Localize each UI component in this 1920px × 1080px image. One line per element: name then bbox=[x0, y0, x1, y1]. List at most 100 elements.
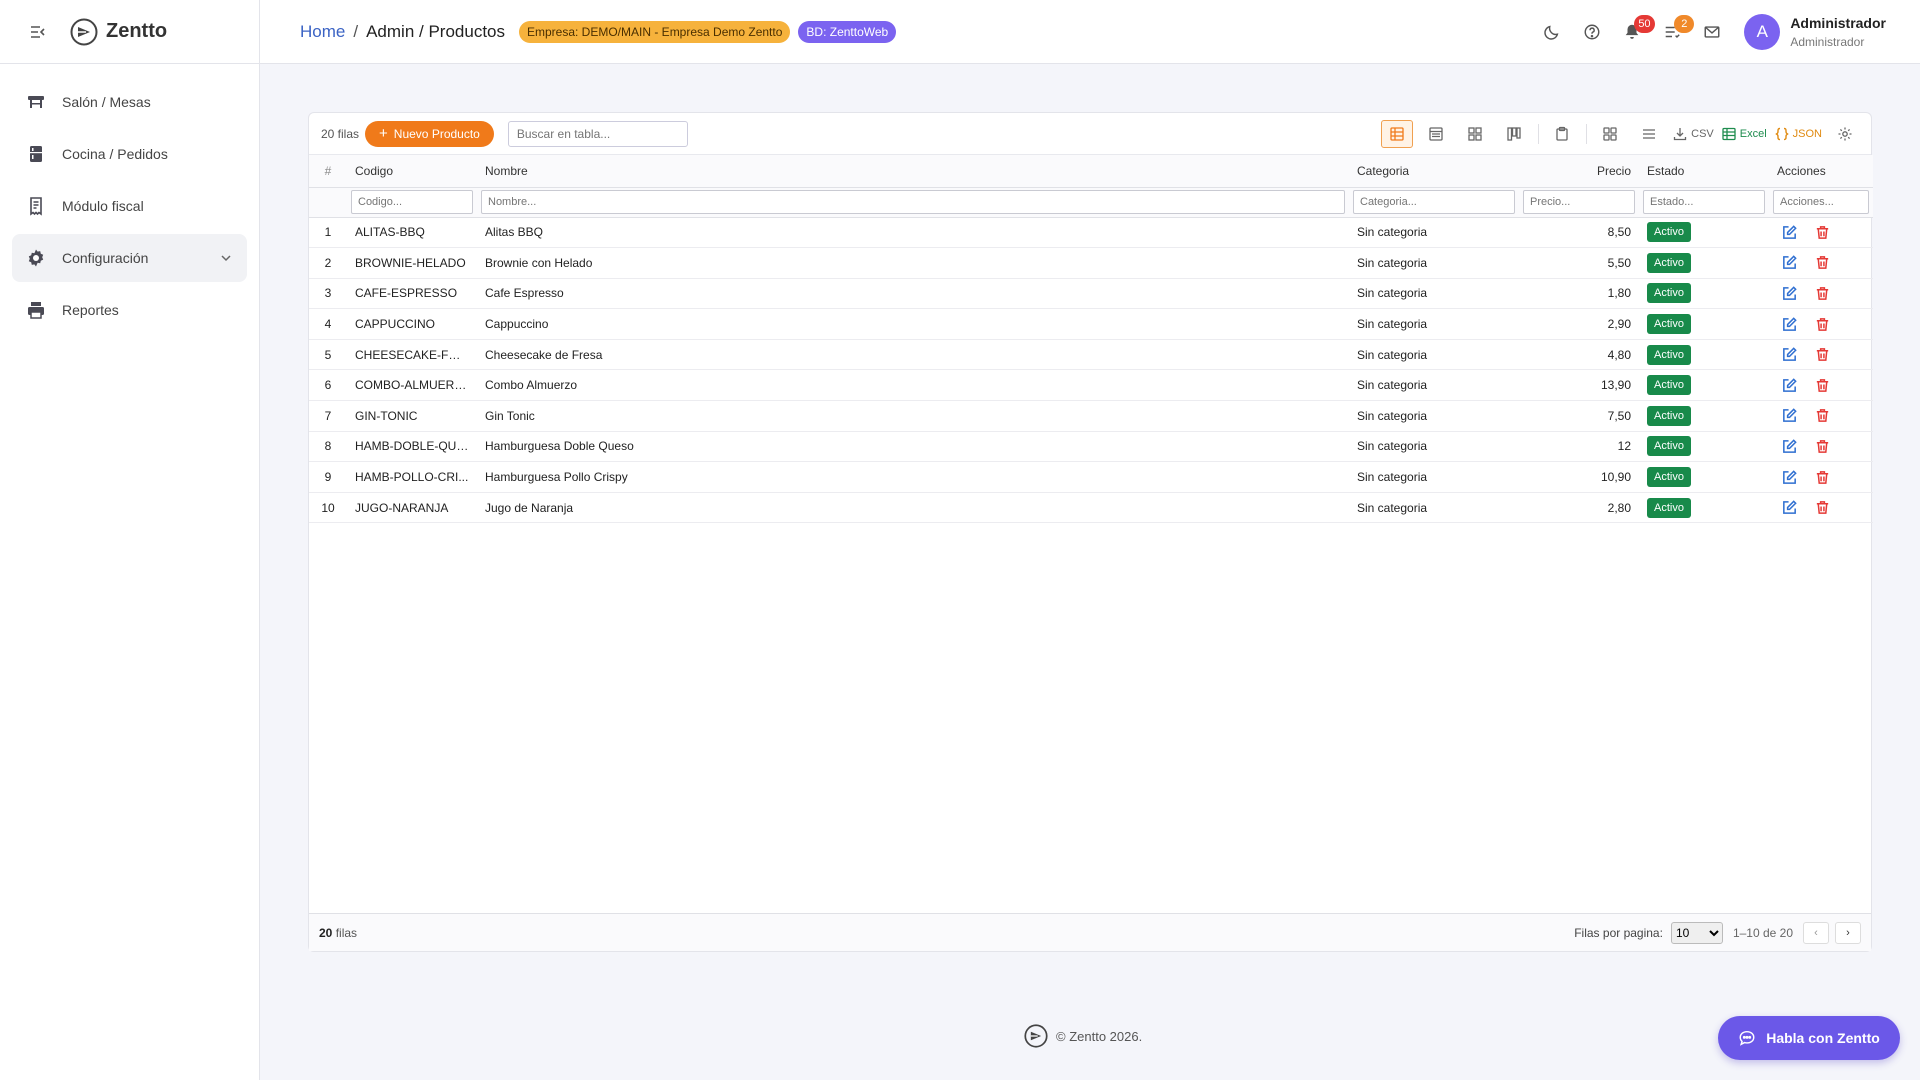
table-row[interactable]: 5 CHEESECAKE-FRESA Cheesecake de Fresa Sin … bbox=[309, 339, 1873, 371]
table-row[interactable]: 4 CAPPUCCINO Cappuccino Sin categoria 2,90 Ac… bbox=[309, 308, 1873, 340]
next-page-button[interactable]: › bbox=[1835, 921, 1861, 944]
edit-button[interactable] bbox=[1781, 254, 1798, 271]
export-csv-button[interactable]: CSV bbox=[1672, 120, 1714, 148]
filter-precio-input[interactable] bbox=[1523, 190, 1635, 214]
delete-button[interactable] bbox=[1814, 346, 1831, 363]
menu-collapse-icon[interactable] bbox=[28, 22, 48, 42]
sidebar-item-cocina-pedidos[interactable]: Cocina / Pedidos bbox=[12, 130, 247, 178]
filter-acciones-input[interactable] bbox=[1773, 190, 1869, 214]
column-header-index[interactable]: # bbox=[309, 155, 347, 188]
edit-button[interactable] bbox=[1781, 499, 1798, 516]
messages-button[interactable] bbox=[1692, 12, 1732, 52]
delete-button[interactable] bbox=[1814, 499, 1831, 516]
cell-acciones bbox=[1769, 461, 1873, 493]
database-badge[interactable]: BD: ZenttoWeb bbox=[798, 20, 897, 43]
edit-button[interactable] bbox=[1781, 438, 1798, 455]
clipboard-button[interactable] bbox=[1546, 120, 1578, 148]
delete-button[interactable] bbox=[1814, 254, 1831, 271]
cell-nombre: Alitas BBQ bbox=[477, 217, 1349, 249]
sidebar-item-configuracion[interactable]: Configuración bbox=[12, 234, 247, 282]
table-row[interactable]: 7 GIN-TONIC Gin Tonic Sin categoria 7,50 Acti… bbox=[309, 400, 1873, 432]
table-row[interactable]: 10 JUGO-NARANJA Jugo de Naranja Sin categor… bbox=[309, 492, 1873, 524]
column-header-acciones[interactable]: Acciones bbox=[1769, 155, 1873, 188]
filter-cell bbox=[1519, 187, 1639, 218]
sidebar-item-modulo-fiscal[interactable]: Módulo fiscal bbox=[12, 182, 247, 230]
export-excel-button[interactable]: Excel bbox=[1721, 120, 1767, 148]
delete-button[interactable] bbox=[1814, 224, 1831, 241]
delete-button[interactable] bbox=[1814, 407, 1831, 424]
cell-codigo: JUGO-NARANJA bbox=[347, 492, 477, 524]
new-product-button[interactable]: + Nuevo Producto bbox=[365, 120, 494, 147]
cell-categoria: Sin categoria bbox=[1349, 461, 1519, 493]
edit-button[interactable] bbox=[1781, 346, 1798, 363]
density-compact-button[interactable] bbox=[1594, 120, 1626, 148]
user-name: Administrador bbox=[1790, 15, 1886, 31]
zentto-logo[interactable] bbox=[70, 18, 98, 46]
row-actions bbox=[1777, 438, 1865, 455]
table-row[interactable]: 6 COMBO-ALMUERZO Combo Almuerzo Sin categor… bbox=[309, 369, 1873, 402]
edit-button[interactable] bbox=[1781, 377, 1798, 394]
dark-mode-button[interactable] bbox=[1532, 12, 1572, 52]
grid-view-button[interactable] bbox=[1381, 119, 1414, 148]
header-actions: 50 2 A Administrador Administrador bbox=[1532, 0, 1886, 64]
cell-codigo: BROWNIE-HELADO bbox=[347, 247, 477, 279]
column-header-categoria[interactable]: Categoria bbox=[1349, 155, 1519, 188]
kanban-view-button[interactable] bbox=[1498, 120, 1530, 148]
edit-button[interactable] bbox=[1781, 316, 1798, 333]
table-row[interactable]: 9 HAMB-POLLO-CRI... Hamburguesa Pollo Cris… bbox=[309, 461, 1873, 493]
cell-nombre: Gin Tonic bbox=[477, 400, 1349, 432]
export-json-button[interactable]: JSON bbox=[1774, 120, 1822, 148]
filter-nombre-input[interactable] bbox=[481, 190, 1345, 214]
cell-categoria: Sin categoria bbox=[1349, 217, 1519, 249]
help-button[interactable] bbox=[1572, 12, 1612, 52]
table-row[interactable]: 3 CAFE-ESPRESSO Cafe Espresso Sin categoria… bbox=[309, 278, 1873, 310]
delete-button[interactable] bbox=[1814, 377, 1831, 394]
column-header-codigo[interactable]: Codigo bbox=[347, 155, 477, 188]
edit-button[interactable] bbox=[1781, 224, 1798, 241]
column-header-precio[interactable]: Precio bbox=[1519, 155, 1639, 188]
chevron-down-icon bbox=[221, 255, 231, 262]
tasks-button[interactable]: 2 bbox=[1652, 12, 1695, 52]
filter-cell bbox=[477, 187, 1349, 218]
trash-icon bbox=[1816, 409, 1829, 423]
edit-icon bbox=[1783, 255, 1797, 270]
user-menu[interactable]: Administrador Administrador bbox=[1790, 15, 1886, 49]
delete-button[interactable] bbox=[1814, 438, 1831, 455]
filter-categoria-input[interactable] bbox=[1353, 190, 1515, 214]
table-row[interactable]: 2 BROWNIE-HELADO Brownie con Helado Sin cat… bbox=[309, 247, 1873, 279]
sidebar-item-salon-mesas[interactable]: Salón / Mesas bbox=[12, 78, 247, 126]
avatar[interactable]: A bbox=[1744, 14, 1781, 50]
breadcrumb-home-link[interactable]: Home bbox=[300, 22, 345, 42]
prev-page-button[interactable]: ‹ bbox=[1803, 921, 1829, 944]
notifications-button[interactable]: 50 bbox=[1612, 12, 1655, 52]
grid-settings-button[interactable] bbox=[1829, 120, 1861, 148]
empresa-badge[interactable]: Empresa: DEMO/MAIN - Empresa Demo Zentto bbox=[519, 20, 791, 43]
edit-button[interactable] bbox=[1781, 469, 1798, 486]
sidebar-item-label: Módulo fiscal bbox=[62, 198, 144, 214]
table-row[interactable]: 1 ALITAS-BBQ Alitas BBQ Sin categoria 8,50 Ac… bbox=[309, 217, 1873, 249]
density-button[interactable] bbox=[1633, 120, 1665, 148]
moon-icon bbox=[1544, 25, 1559, 40]
row-actions bbox=[1777, 407, 1865, 424]
sidebar-item-reportes[interactable]: Reportes bbox=[12, 286, 247, 334]
receipt-icon bbox=[30, 197, 42, 216]
delete-button[interactable] bbox=[1814, 316, 1831, 333]
edit-icon bbox=[1783, 408, 1797, 423]
filter-codigo-input[interactable] bbox=[351, 190, 473, 214]
table-row[interactable]: 8 HAMB-DOBLE-QUE... Hamburguesa Doble Ques… bbox=[309, 431, 1873, 463]
column-header-estado[interactable]: Estado bbox=[1639, 155, 1769, 188]
column-header-nombre[interactable]: Nombre bbox=[477, 155, 1349, 188]
edit-button[interactable] bbox=[1781, 285, 1798, 302]
rows-per-page-select[interactable]: 10 bbox=[1670, 921, 1723, 944]
cards-view-button[interactable] bbox=[1459, 120, 1491, 148]
filter-estado-input[interactable] bbox=[1643, 190, 1765, 214]
delete-button[interactable] bbox=[1814, 285, 1831, 302]
delete-button[interactable] bbox=[1814, 469, 1831, 486]
chat-button[interactable]: Habla con Zentto bbox=[1718, 1016, 1900, 1060]
list-view-button[interactable] bbox=[1420, 120, 1452, 148]
cell-estado: Activo bbox=[1639, 461, 1769, 493]
filter-cell bbox=[1769, 187, 1873, 218]
trash-icon bbox=[1816, 440, 1829, 453]
table-search-input[interactable] bbox=[507, 120, 688, 147]
edit-button[interactable] bbox=[1781, 407, 1798, 424]
